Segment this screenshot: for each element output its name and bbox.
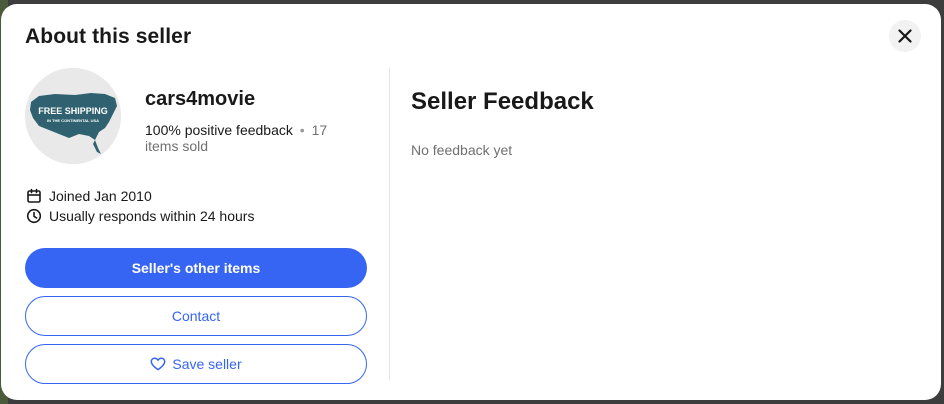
contact-button[interactable]: Contact	[25, 296, 367, 336]
dialog-title: About this seller	[25, 25, 192, 48]
seller-feedback-heading: Seller Feedback	[411, 88, 594, 115]
seller-name[interactable]: cars4movie	[145, 88, 255, 111]
about-seller-dialog: About this seller FREE SHIPPING IN THE C…	[1, 4, 941, 400]
sellers-other-items-button[interactable]: Seller's other items	[25, 248, 367, 288]
close-icon	[898, 29, 912, 43]
save-seller-button[interactable]: Save seller	[25, 344, 367, 384]
response-time-text: Usually responds within 24 hours	[49, 208, 255, 224]
seller-stats: 100% positive feedback • 17 items sold	[145, 122, 345, 154]
joined-text: Joined Jan 2010	[49, 188, 152, 204]
seller-avatar[interactable]: FREE SHIPPING IN THE CONTINENTAL USA	[25, 68, 121, 164]
avatar-text-sub: IN THE CONTINENTAL USA	[46, 118, 100, 123]
avatar-text-main: FREE SHIPPING	[38, 106, 108, 116]
clock-icon	[25, 207, 43, 225]
separator-dot: •	[299, 122, 305, 138]
calendar-icon	[25, 187, 43, 205]
positive-feedback-text: 100% positive feedback	[145, 122, 293, 138]
joined-row: Joined Jan 2010	[25, 187, 152, 205]
no-feedback-text: No feedback yet	[411, 142, 513, 158]
column-divider	[389, 68, 390, 380]
heart-icon	[150, 357, 166, 371]
seller-feedback-panel: Seller Feedback No feedback yet	[411, 88, 594, 158]
response-time-row: Usually responds within 24 hours	[25, 207, 254, 225]
close-button[interactable]	[889, 20, 921, 52]
save-seller-label: Save seller	[172, 356, 242, 372]
